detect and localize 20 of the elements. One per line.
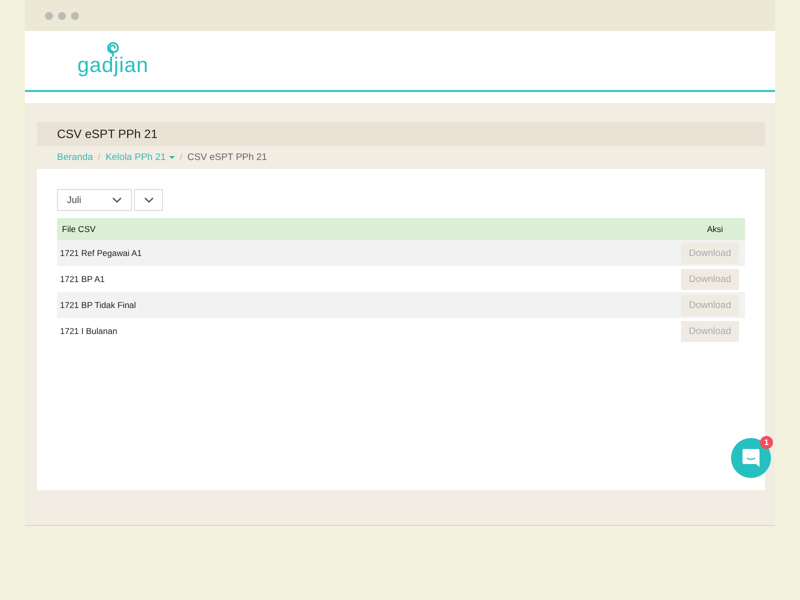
breadcrumb-separator: / <box>180 152 182 163</box>
select-field[interactable]: Juli <box>57 189 132 211</box>
chevron-icon <box>112 197 122 203</box>
breadcrumb-separator: / <box>98 152 101 163</box>
column-header: Aksi <box>706 224 723 234</box>
breadcrumb-current: CSV eSPT PPh 21 <box>187 152 267 163</box>
column-header: File CSV <box>62 224 96 234</box>
select-field[interactable] <box>134 189 163 211</box>
table-cell: 1721 BP Tidak Final <box>60 300 136 310</box>
logo[interactable]: gadjian <box>77 55 149 77</box>
breadcrumb-link[interactable]: Beranda <box>57 152 93 163</box>
table-cell: 1721 BP A1 <box>60 274 105 284</box>
table-cell: 1721 Ref Pegawai A1 <box>60 248 142 258</box>
chat-bubble-icon <box>742 448 760 468</box>
page-title: CSV eSPT PPh 21 <box>57 127 158 141</box>
chevron-icon <box>144 197 154 203</box>
caret-icon <box>168 156 175 159</box>
table-cell: 1721 I Bulanan <box>60 326 118 336</box>
breadcrumb-dropdown[interactable]: Kelola PPh 21 <box>106 152 175 163</box>
swirl-icon <box>106 41 120 57</box>
